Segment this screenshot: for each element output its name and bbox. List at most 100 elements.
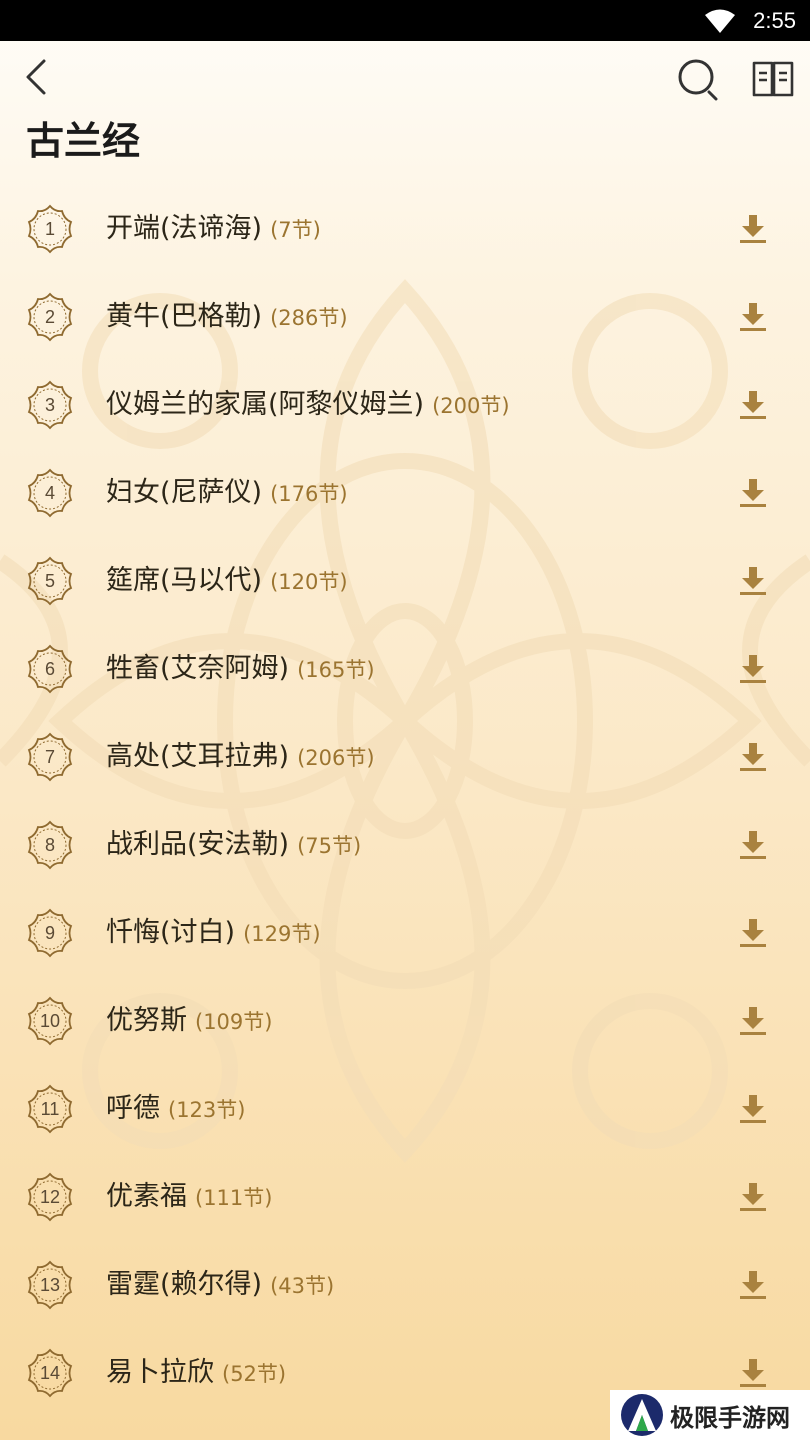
download-icon	[740, 831, 766, 859]
back-button[interactable]	[18, 57, 58, 97]
status-bar: 2:55	[0, 0, 810, 41]
download-icon	[740, 1095, 766, 1123]
download-button[interactable]	[738, 1181, 768, 1213]
chapter-title: 易卜拉欣 (52节)	[106, 1355, 286, 1394]
chapter-number-badge: 10	[24, 996, 76, 1046]
chapter-item[interactable]: 13 雷霆(赖尔得) (43节)	[0, 1241, 810, 1329]
status-time: 2:55	[753, 8, 796, 33]
chapter-title: 雷霆(赖尔得) (43节)	[106, 1267, 334, 1306]
download-button[interactable]	[738, 1357, 768, 1389]
chapter-item[interactable]: 9 忏悔(讨白) (129节)	[0, 889, 810, 977]
verse-count: (7节)	[270, 218, 321, 242]
download-button[interactable]	[738, 917, 768, 949]
download-icon	[740, 1359, 766, 1387]
chapter-name: 牲畜(艾奈阿姆)	[106, 653, 290, 684]
download-button[interactable]	[738, 213, 768, 245]
wifi-icon	[705, 9, 735, 33]
verse-count: (123节)	[168, 1098, 246, 1122]
chapter-name: 高处(艾耳拉弗)	[106, 741, 290, 772]
download-button[interactable]	[738, 653, 768, 685]
download-icon	[740, 919, 766, 947]
verse-count: (286节)	[270, 306, 348, 330]
chapter-number-badge: 14	[24, 1348, 76, 1398]
chapter-number-badge: 7	[24, 732, 76, 782]
back-arrow-icon	[26, 59, 46, 95]
chapter-name: 开端(法谛海)	[106, 213, 263, 244]
book-icon	[752, 61, 794, 97]
chapter-name: 优素福	[106, 1181, 187, 1212]
chapter-item[interactable]: 1 开端(法谛海) (7节)	[0, 185, 810, 273]
chapter-number-badge: 8	[24, 820, 76, 870]
chapter-title: 开端(法谛海) (7节)	[106, 211, 321, 250]
chapter-number: 8	[44, 835, 55, 855]
chapter-title: 黄牛(巴格勒) (286节)	[106, 299, 348, 338]
chapter-number-badge: 13	[24, 1260, 76, 1310]
chapter-number-badge: 1	[24, 204, 76, 254]
chapter-title: 高处(艾耳拉弗) (206节)	[106, 739, 375, 778]
chapter-name: 呼德	[106, 1093, 160, 1124]
chapter-number-badge: 5	[24, 556, 76, 606]
download-button[interactable]	[738, 1005, 768, 1037]
watermark: 极限手游网	[610, 1390, 810, 1440]
chapter-name: 雷霆(赖尔得)	[106, 1269, 263, 1300]
chapter-number-badge: 11	[24, 1084, 76, 1134]
chapter-number: 6	[44, 659, 55, 679]
chapter-title: 忏悔(讨白) (129节)	[106, 915, 321, 954]
download-button[interactable]	[738, 829, 768, 861]
download-icon	[740, 1183, 766, 1211]
download-icon	[740, 1007, 766, 1035]
chapter-number: 13	[39, 1275, 61, 1295]
download-button[interactable]	[738, 565, 768, 597]
chapter-item[interactable]: 2 黄牛(巴格勒) (286节)	[0, 273, 810, 361]
download-button[interactable]	[738, 1269, 768, 1301]
download-button[interactable]	[738, 1093, 768, 1125]
download-icon	[740, 743, 766, 771]
verse-count: (52节)	[222, 1362, 287, 1386]
chapter-number-badge: 12	[24, 1172, 76, 1222]
chapter-item[interactable]: 8 战利品(安法勒) (75节)	[0, 801, 810, 889]
chapter-title: 优素福 (111节)	[106, 1179, 272, 1218]
download-button[interactable]	[738, 741, 768, 773]
chapter-item[interactable]: 12 优素福 (111节)	[0, 1153, 810, 1241]
chapter-number: 5	[44, 571, 55, 591]
download-icon	[740, 479, 766, 507]
download-icon	[740, 391, 766, 419]
chapter-number-badge: 2	[24, 292, 76, 342]
download-button[interactable]	[738, 477, 768, 509]
chapter-number: 12	[39, 1187, 61, 1207]
chapter-number: 11	[40, 1099, 60, 1119]
chapter-item[interactable]: 4 妇女(尼萨仪) (176节)	[0, 449, 810, 537]
chapter-name: 黄牛(巴格勒)	[106, 301, 263, 332]
book-button[interactable]	[750, 57, 796, 101]
verse-count: (165节)	[297, 658, 375, 682]
search-icon	[678, 59, 718, 101]
chapter-item[interactable]: 3 仪姆兰的家属(阿黎仪姆兰) (200节)	[0, 361, 810, 449]
chapter-item[interactable]: 7 高处(艾耳拉弗) (206节)	[0, 713, 810, 801]
verse-count: (43节)	[270, 1274, 335, 1298]
download-icon	[740, 1271, 766, 1299]
search-button[interactable]	[676, 57, 720, 101]
chapter-item[interactable]: 6 牲畜(艾奈阿姆) (165节)	[0, 625, 810, 713]
watermark-logo-icon	[621, 1394, 663, 1436]
chapter-number: 10	[39, 1011, 61, 1031]
chapter-name: 忏悔(讨白)	[106, 917, 236, 948]
chapter-number-badge: 9	[24, 908, 76, 958]
chapter-name: 战利品(安法勒)	[106, 829, 290, 860]
chapter-item[interactable]: 5 筵席(马以代) (120节)	[0, 537, 810, 625]
download-icon	[740, 303, 766, 331]
watermark-text: 极限手游网	[670, 1402, 790, 1432]
download-button[interactable]	[738, 389, 768, 421]
chapter-number: 3	[44, 395, 55, 415]
chapter-name: 仪姆兰的家属(阿黎仪姆兰)	[106, 389, 425, 420]
download-icon	[740, 215, 766, 243]
chapter-name: 筵席(马以代)	[106, 565, 263, 596]
download-icon	[740, 567, 766, 595]
chapter-list: 1 开端(法谛海) (7节) 2 黄牛(巴格勒) (286节) 3 仪姆兰的家属(阿黎仪姆兰)…	[0, 185, 810, 1417]
page-title: 古兰经	[26, 119, 141, 163]
chapter-number-badge: 3	[24, 380, 76, 430]
chapter-item[interactable]: 10 优努斯 (109节)	[0, 977, 810, 1065]
chapter-number: 14	[39, 1363, 61, 1383]
chapter-title: 仪姆兰的家属(阿黎仪姆兰) (200节)	[106, 387, 510, 426]
download-button[interactable]	[738, 301, 768, 333]
chapter-item[interactable]: 11 呼德 (123节)	[0, 1065, 810, 1153]
